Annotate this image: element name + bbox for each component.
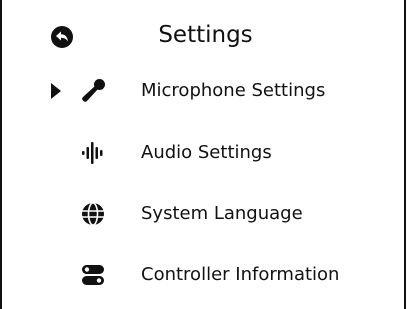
menu-item-microphone-settings[interactable]: Microphone Settings bbox=[44, 69, 384, 113]
menu-item-controller-information[interactable]: Controller Information bbox=[44, 253, 384, 297]
menu-item-label: Microphone Settings bbox=[141, 80, 326, 101]
globe-icon bbox=[79, 200, 107, 228]
controller-icon bbox=[79, 261, 107, 289]
microphone-icon bbox=[79, 77, 107, 105]
audio-waveform-icon bbox=[79, 139, 107, 167]
page-title: Settings bbox=[158, 22, 253, 48]
menu-item-label: Audio Settings bbox=[141, 142, 272, 163]
menu-item-audio-settings[interactable]: Audio Settings bbox=[44, 131, 384, 175]
menu-item-system-language[interactable]: System Language bbox=[44, 192, 384, 236]
menu-item-label: Controller Information bbox=[141, 264, 340, 285]
menu-item-label: System Language bbox=[141, 203, 303, 224]
selection-arrow-icon bbox=[51, 83, 61, 99]
